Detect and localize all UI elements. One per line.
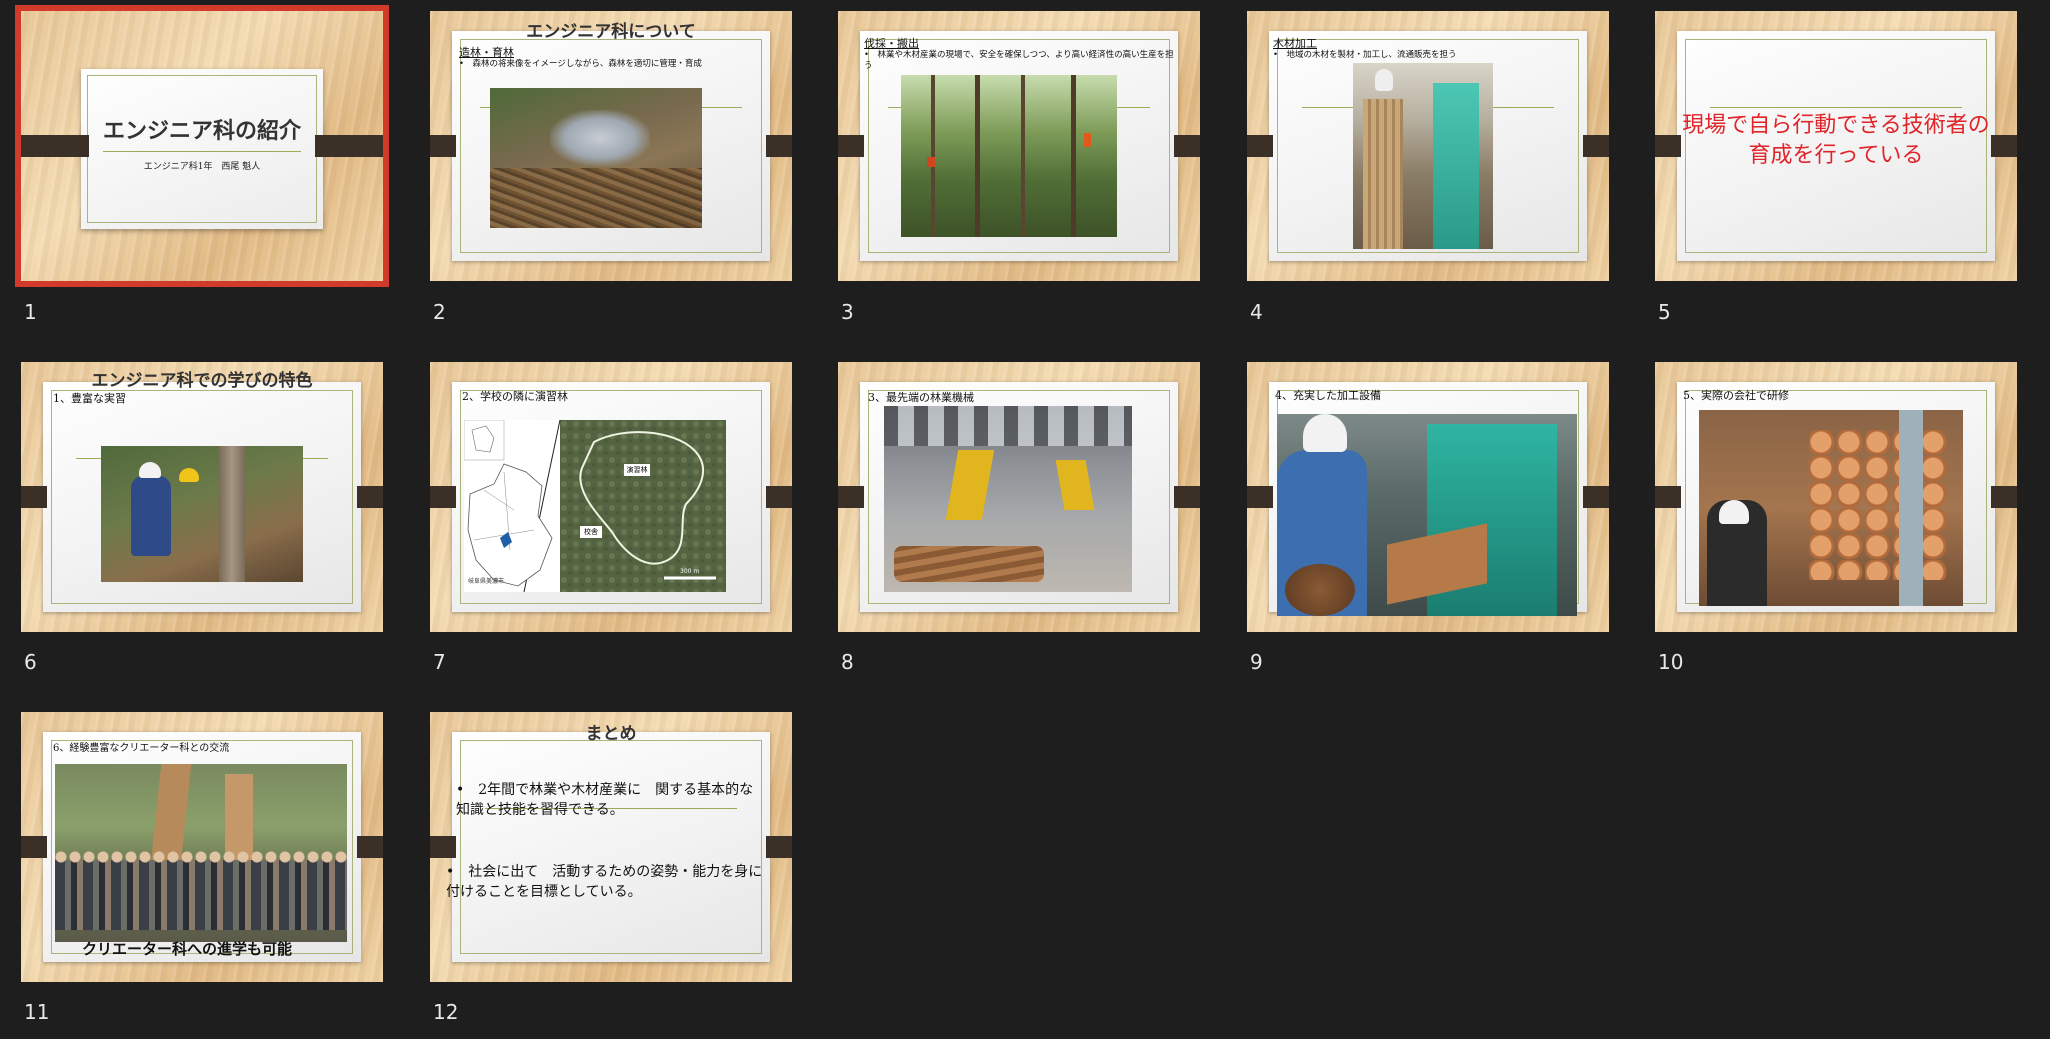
slide-heading: 2、学校の隣に演習林	[462, 390, 568, 403]
slide-tab-left	[430, 486, 456, 508]
right-bar	[315, 135, 383, 157]
slide-thumbnail-11[interactable]: 6、経験豊富なクリエーター科との交流 クリエーター科への進学も可能	[21, 712, 383, 982]
slide-number: 9	[1250, 650, 1263, 674]
forestry-workers-photo	[490, 88, 702, 228]
map-svg	[464, 420, 726, 592]
slide-number: 5	[1658, 300, 1671, 324]
slide-thumbnail-4[interactable]: 木材加工 • 地域の木材を製材・加工し、流通販売を担う	[1247, 11, 1609, 281]
slide-panel	[452, 732, 770, 962]
statement-line-2: 育成を行っている	[1748, 143, 1924, 168]
slide-tab-right	[1583, 135, 1609, 157]
slide-title: エンジニア科での学びの特色	[91, 371, 313, 391]
title-panel: エンジニア科の紹介 エンジニア科1年 西尾 魁人	[81, 69, 323, 229]
slide-thumbnail-9[interactable]: 4、充実した加工設備	[1247, 362, 1609, 632]
slide-subtitle: エンジニア科1年 西尾 魁人	[143, 162, 261, 172]
summary-bullet-1: • 2年間で林業や木材産業に 関する基本的な知識と技能を習得できる。	[456, 782, 754, 818]
summary-bullet-2: • 社会に出て 活動するための姿勢・能力を身に付けることを目標としている。	[446, 864, 763, 900]
slide-tab-right	[766, 486, 792, 508]
slide-tab-left	[1247, 135, 1273, 157]
left-bar	[21, 135, 89, 157]
slide-number: 2	[433, 300, 446, 324]
title-rule	[103, 151, 301, 152]
slide-heading: 1、豊富な実習	[53, 392, 126, 405]
slide-caption: クリエーター科への進学も可能	[81, 940, 292, 958]
slide-bullet: • 地域の木材を製材・加工し、流通販売を担う	[1273, 50, 1457, 60]
slide-thumbnail-2[interactable]: エンジニア科について 造林・育林 • 森林の将来像をイメージしながら、森林を適切…	[430, 11, 792, 281]
slide-number: 6	[24, 650, 37, 674]
forestry-machines-photo	[884, 406, 1132, 592]
slide-heading: 6、経験豊富なクリエーター科との交流	[53, 743, 230, 754]
chainsaw-practice-photo	[101, 446, 303, 582]
slide-tab-right	[766, 836, 792, 858]
company-training-photo	[1699, 410, 1963, 606]
slide-title: まとめ	[585, 724, 637, 744]
slide-thumbnail-8[interactable]: 3、最先端の林業機械	[838, 362, 1200, 632]
map-label-city: 岐阜県美濃市	[468, 578, 505, 585]
slide-thumbnail-12[interactable]: まとめ • 2年間で林業や木材産業に 関する基本的な知識と技能を習得できる。 •…	[430, 712, 792, 982]
statement-line-1: 現場で自ら行動できる技術者の	[1682, 113, 1990, 138]
slide-heading: 5、実際の会社で研修	[1683, 389, 1789, 402]
slide-tab-right	[1583, 486, 1609, 508]
slide-thumbnail-7[interactable]: 2、学校の隣に演習林 演習林 校舎 岐阜県美濃市 300 m	[430, 362, 792, 632]
slide-heading: 3、最先端の林業機械	[868, 391, 974, 404]
slide-tab-right	[357, 836, 383, 858]
slide-tab-right	[357, 486, 383, 508]
slide-tab-left	[21, 836, 47, 858]
slide-bullet: • 林業や木材産業の現場で、安全を確保しつつ、より高い経済性の高い生産を担う	[864, 50, 1174, 71]
logging-forest-photo	[901, 75, 1117, 237]
slide-tab-right	[1991, 486, 2017, 508]
slide-number: 10	[1658, 650, 1684, 674]
slide-thumbnail-5[interactable]: 現場で自ら行動できる技術者の 育成を行っている	[1655, 11, 2017, 281]
slide-tab-right	[1174, 135, 1200, 157]
slide-thumbnail-6[interactable]: エンジニア科での学びの特色 1、豊富な実習	[21, 362, 383, 632]
slide-tab-right	[1174, 486, 1200, 508]
map-label-forest: 演習林	[626, 466, 648, 474]
group-photo	[55, 764, 347, 942]
slide-thumbnail-1[interactable]: エンジニア科の紹介 エンジニア科1年 西尾 魁人	[15, 5, 389, 287]
slide-heading: 木材加工	[1273, 37, 1317, 50]
slide-tab-left	[838, 486, 864, 508]
map-scale: 300 m	[680, 568, 700, 575]
slide-thumbnail-10[interactable]: 5、実際の会社で研修	[1655, 362, 2017, 632]
slide-number: 3	[841, 300, 854, 324]
slide-number: 7	[433, 650, 446, 674]
slide-tab-left	[430, 836, 456, 858]
location-map: 演習林 校舎 岐阜県美濃市 300 m	[464, 420, 726, 592]
slide-heading: 造林・育林	[459, 46, 514, 59]
slide-number: 12	[433, 1000, 459, 1024]
slide-tab-left	[838, 135, 864, 157]
slide-tab-left	[21, 486, 47, 508]
slide-thumbnail-3[interactable]: 伐採・搬出 • 林業や木材産業の現場で、安全を確保しつつ、より高い経済性の高い生…	[838, 11, 1200, 281]
slide-heading: 4、充実した加工設備	[1275, 389, 1381, 402]
slide-number: 11	[24, 1000, 50, 1024]
sawmill-photo	[1353, 63, 1493, 249]
map-label-school: 校舎	[584, 528, 598, 536]
slide-tab-left	[1247, 486, 1273, 508]
slide-number: 4	[1250, 300, 1263, 324]
slide-number: 8	[841, 650, 854, 674]
slide-title: エンジニア科の紹介	[102, 119, 301, 144]
slide-bullet: • 森林の将来像をイメージしながら、森林を適切に管理・育成	[459, 59, 702, 69]
slide-number: 1	[24, 300, 37, 324]
slide-tab-left	[1655, 486, 1681, 508]
processing-equipment-photo	[1277, 414, 1577, 616]
slide-statement: 現場で自ら行動できる技術者の 育成を行っている	[1675, 111, 1997, 171]
slide-heading: 伐採・搬出	[864, 37, 919, 50]
slide-tab-right	[766, 135, 792, 157]
slide-title: エンジニア科について	[526, 22, 696, 42]
slide-tab-left	[430, 135, 456, 157]
